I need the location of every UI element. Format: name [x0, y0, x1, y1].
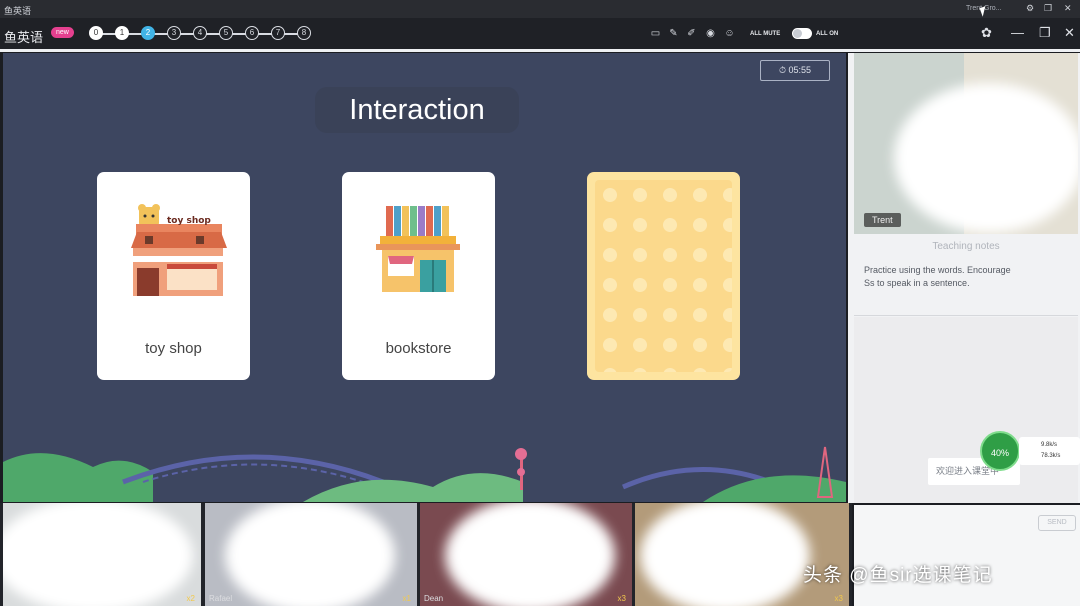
settings-icon[interactable]: ✿: [981, 25, 992, 41]
slide-title: Interaction: [315, 87, 519, 133]
step-8[interactable]: 8: [297, 26, 311, 40]
step-4[interactable]: 4: [193, 26, 207, 40]
clock-icon: ⏱: [778, 65, 786, 75]
student-video-strip: x2 Rafael x1 Dean x3 x3: [0, 503, 852, 606]
student-tile[interactable]: x3: [635, 503, 849, 606]
lesson-stage[interactable]: ⏱ 05:55 Interaction toy shop toy shop bo…: [3, 53, 846, 502]
gear-icon[interactable]: ⚙: [1026, 3, 1034, 14]
step-5[interactable]: 5: [219, 26, 233, 40]
card-back-pattern: [595, 180, 732, 372]
toy-shop-sign: toy shop: [167, 216, 211, 226]
privacy-blur: [445, 503, 615, 606]
student-tile[interactable]: Rafael x1: [205, 503, 417, 606]
toggle-knob: [793, 29, 802, 38]
pen-icon[interactable]: ✎: [668, 28, 679, 39]
student-stars: x2: [186, 594, 195, 603]
student-stars: x3: [834, 594, 843, 603]
step-6[interactable]: 6: [245, 26, 259, 40]
privacy-blur: [894, 83, 1078, 233]
toy-shop-card[interactable]: toy shop toy shop: [97, 172, 250, 380]
close-icon[interactable]: ✕: [1064, 25, 1075, 41]
new-badge: new: [51, 27, 74, 38]
toolbar: 鱼英语 new 012345678 ▭ ✎ ✐ ◉ ☺ ALL MUTE ALL…: [0, 18, 1080, 50]
maximize-icon[interactable]: ❐: [1039, 25, 1051, 41]
mute-toggle[interactable]: [792, 28, 812, 39]
card-label: toy shop: [145, 340, 202, 357]
step-2[interactable]: 2: [141, 26, 155, 40]
privacy-blur: [640, 503, 810, 606]
privacy-blur: [3, 503, 193, 606]
screen-icon[interactable]: ▭: [650, 28, 661, 39]
emoji-icon[interactable]: ☺: [724, 28, 735, 39]
step-3[interactable]: 3: [167, 26, 181, 40]
window-title: 鱼英语: [4, 6, 32, 16]
toy-shop-illustration: toy shop: [131, 204, 227, 296]
student-stars: x3: [617, 594, 626, 603]
restore-icon[interactable]: ❐: [1044, 3, 1052, 14]
student-name: Dean: [424, 594, 444, 603]
divider: [854, 315, 1078, 316]
network-stats: 9.8k/s 78.3k/s: [1019, 437, 1080, 465]
student-stars: x1: [402, 594, 411, 603]
step-7[interactable]: 7: [271, 26, 285, 40]
divider: [0, 49, 1080, 52]
minimize-icon[interactable]: —: [1011, 25, 1024, 40]
scenery: [3, 446, 846, 502]
brand-name: 鱼英语: [4, 30, 44, 45]
student-name: Rafael: [209, 594, 233, 603]
all-on-label[interactable]: ALL ON: [816, 31, 838, 37]
download-speed: 78.3k/s: [1041, 453, 1061, 459]
video-name-label: Trent: [864, 213, 901, 227]
chat-panel: 欢迎进入课堂中: [854, 317, 1078, 503]
card-label: bookstore: [385, 340, 452, 357]
camera-icon[interactable]: ◉: [705, 28, 716, 39]
highlighter-icon[interactable]: ✐: [686, 28, 697, 39]
teacher-video: Trent: [854, 53, 1078, 234]
network-indicator[interactable]: 40%: [980, 431, 1020, 471]
bookstore-illustration: [376, 206, 460, 292]
step-0[interactable]: 0: [89, 26, 103, 40]
send-button[interactable]: SEND: [1038, 515, 1076, 531]
notes-title: Teaching notes: [932, 241, 1000, 252]
step-1[interactable]: 1: [115, 26, 129, 40]
timer-value: 05:55: [788, 65, 812, 75]
student-tile[interactable]: Dean x3: [420, 503, 632, 606]
bookstore-card[interactable]: bookstore: [342, 172, 495, 380]
countdown-timer: ⏱ 05:55: [760, 60, 830, 81]
all-mute-label[interactable]: ALL MUTE: [750, 31, 780, 37]
close-icon[interactable]: ✕: [1064, 3, 1072, 14]
chat-input-bar[interactable]: SEND: [854, 505, 1080, 606]
upload-speed: 9.8k/s: [1041, 442, 1058, 448]
face-down-card[interactable]: [587, 172, 740, 380]
watermark: 头条 @鱼sir选课笔记: [803, 565, 993, 586]
privacy-blur: [225, 503, 395, 606]
title-bar: 鱼英语 Trent Gro... ⚙ ❐ ✕: [0, 0, 1080, 18]
teaching-notes: Practice using the words. Encourage Ss t…: [864, 265, 1011, 288]
student-tile[interactable]: x2: [3, 503, 201, 606]
right-panel: Trent Teaching notes Practice using the …: [848, 53, 1080, 503]
